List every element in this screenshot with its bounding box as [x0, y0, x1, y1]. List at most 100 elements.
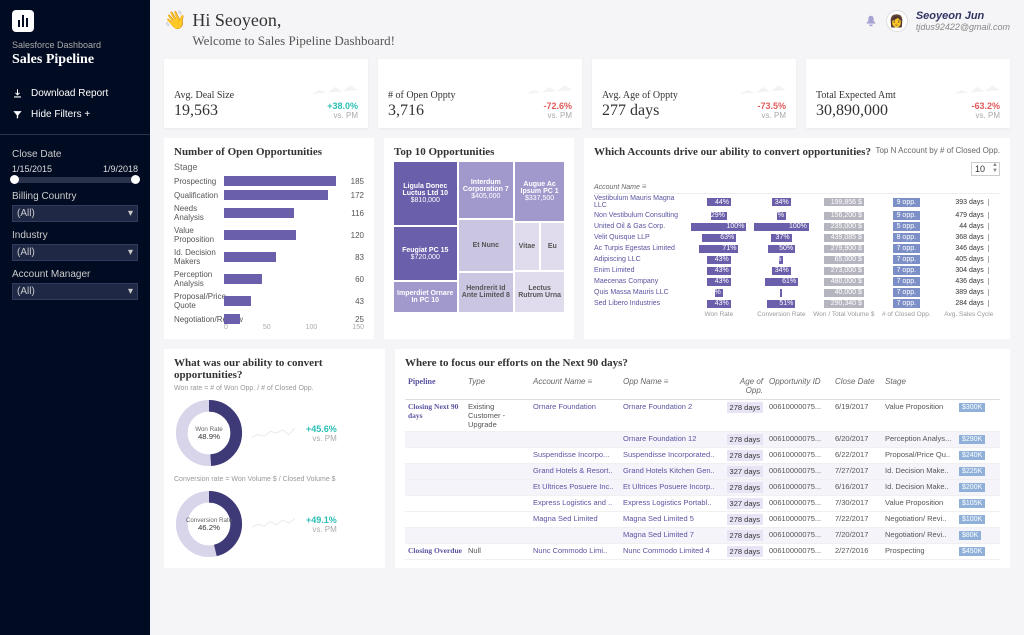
wave-icon: 👋: [164, 10, 186, 31]
account-manager-select[interactable]: (All)▾: [12, 283, 138, 300]
greeting-subtitle: Welcome to Sales Pipeline Dashboard!: [192, 33, 395, 49]
treemap-item[interactable]: Feugiat PC 15$720,000: [394, 227, 457, 280]
bar-label: Id. Decision Makers: [174, 248, 220, 266]
account-row[interactable]: Ac Turpis Egestas Limited71%50%279,900 $…: [594, 243, 1000, 254]
focus-row[interactable]: Et Ultrices Posuere Inc..Et Ultrices Pos…: [405, 480, 1000, 496]
treemap-item[interactable]: Et Nunc: [459, 220, 514, 271]
account-row[interactable]: Maecenas Company43%61%480,000 $7 opp.436…: [594, 276, 1000, 287]
account-name: Maecenas Company: [594, 278, 688, 285]
accounts-foot: Won RateConversion RateWon / Total Volum…: [594, 311, 1000, 318]
date-to: 1/9/2018: [103, 164, 138, 174]
top-n-label: Top N Account by # of Closed Opp.: [875, 146, 1000, 155]
kpi-label: Avg. Deal Size: [174, 90, 234, 101]
bar-row[interactable]: Perception Analysis60: [174, 270, 364, 288]
conv-sparkline: [252, 515, 298, 533]
bar-row[interactable]: Prospecting185: [174, 176, 364, 186]
kpi-value: 3,716: [388, 102, 456, 120]
focus-row[interactable]: Magna Sed Limited 7278 days00610000075..…: [405, 528, 1000, 544]
topbar: 👋 Hi Seoyeon, Welcome to Sales Pipeline …: [164, 10, 1010, 49]
treemap-item[interactable]: Eu: [541, 223, 564, 270]
win-sparkline: [252, 424, 298, 442]
focus-row[interactable]: Express Logistics and ..Express Logistic…: [405, 496, 1000, 512]
bar-row[interactable]: Proposal/Price Quote43: [174, 292, 364, 310]
bar-row[interactable]: Id. Decision Makers83: [174, 248, 364, 266]
bar-row[interactable]: Value Proposition120: [174, 226, 364, 244]
filter-icon: [12, 109, 23, 120]
win-note: Won rate = # of Won Opp. / # of Closed O…: [174, 385, 375, 392]
hide-filters-toggle[interactable]: Hide Filters +: [12, 109, 138, 120]
account-name: Vestibulum Mauris Magna LLC: [594, 195, 688, 209]
treemap-item[interactable]: Augue Ac Ipsum PC 1$337,500: [515, 162, 564, 221]
focus-row[interactable]: Closing OverdueNullNunc Commodo Limi..Nu…: [405, 544, 1000, 560]
sort-icon[interactable]: ≡: [642, 182, 647, 191]
breadcrumb: Salesforce Dashboard: [12, 40, 138, 50]
bar-value: 120: [351, 231, 364, 240]
bar-row[interactable]: Needs Analysis116: [174, 204, 364, 222]
focus-row[interactable]: Grand Hotels & Resort..Grand Hotels Kitc…: [405, 464, 1000, 480]
treemap-item[interactable]: Interdum Corporation 7$405,000: [459, 162, 514, 218]
filter-label-billing: Billing Country: [12, 191, 138, 202]
conversion-rate-section: Conversion Rate 46.2% +49.1%vs. PM: [174, 489, 375, 559]
account-name: Enim Limited: [594, 267, 688, 274]
chevron-down-icon: ▾: [128, 247, 133, 258]
treemap-item[interactable]: Vitae: [515, 223, 538, 270]
account-row[interactable]: Vestibulum Mauris Magna LLC44%34%199,856…: [594, 194, 1000, 210]
billing-country-select[interactable]: (All)▾: [12, 205, 138, 222]
focus-row[interactable]: Magna Sed LimitedMagna Sed Limited 5278 …: [405, 512, 1000, 528]
kpi-delta: +38.0%: [312, 101, 358, 111]
bar-label: Perception Analysis: [174, 270, 220, 288]
kpi-sparkline: [740, 81, 786, 99]
accounts-table: Account Name≡ Vestibulum Mauris Magna LL…: [594, 180, 1000, 318]
bar-row[interactable]: Qualification172: [174, 190, 364, 200]
slider-handle-left[interactable]: [10, 175, 19, 184]
treemap-item[interactable]: Lectus Rutrum Urna: [515, 272, 564, 312]
treemap-item[interactable]: Imperdiet Ornare In PC 10: [394, 282, 457, 312]
conversion-rate-donut: Conversion Rate 46.2%: [174, 489, 244, 559]
date-range-slider[interactable]: [12, 177, 138, 183]
account-row[interactable]: Sed Libero Industries43%51%290,340 $7 op…: [594, 298, 1000, 309]
convert-pane: What was our ability to convert opportun…: [164, 349, 385, 568]
bar-label: Qualification: [174, 191, 220, 200]
account-row[interactable]: Adipiscing LLC43%7%65,000 $7 opp.405 day…: [594, 254, 1000, 265]
slider-handle-right[interactable]: [131, 175, 140, 184]
bar-row[interactable]: Negotiation/Review25: [174, 314, 364, 324]
focus-row[interactable]: Closing Next 90 daysExisting Customer - …: [405, 400, 1000, 432]
bar-label: Needs Analysis: [174, 204, 220, 222]
account-row[interactable]: Non Vestibulum Consulting29%17%156,200 $…: [594, 210, 1000, 221]
kpi-delta: -72.6%: [526, 101, 572, 111]
account-row[interactable]: United Oil & Gas Corp.100%100%235,000 $5…: [594, 221, 1000, 232]
filter-label-closedate: Close Date: [12, 149, 138, 160]
account-row[interactable]: Velit Quisque LLP63%37%439,085 $8 opp.36…: [594, 232, 1000, 243]
win-delta: +45.6%: [306, 424, 337, 434]
sort-icon[interactable]: ≡: [587, 377, 592, 386]
filter-label-industry: Industry: [12, 230, 138, 241]
conv-note: Conversion rate = Won Volume $ / Closed …: [174, 476, 375, 483]
focus-row[interactable]: Ornare Foundation 12278 days00610000075.…: [405, 432, 1000, 448]
kpi-row: Avg. Deal Size19,563+38.0%vs. PM# of Ope…: [164, 59, 1010, 128]
bar-label: Proposal/Price Quote: [174, 292, 220, 310]
industry-select[interactable]: (All)▾: [12, 244, 138, 261]
sort-icon[interactable]: ≡: [664, 377, 669, 386]
account-row[interactable]: Quis Massa Mauris LLC14%0%40,000 $7 opp.…: [594, 287, 1000, 298]
treemap-item[interactable]: Hendrerit Id Ante Limited 8: [459, 273, 514, 312]
sidebar-divider: [0, 134, 150, 135]
focus-head: Pipeline Type Account Name≡ Opp Name≡ Ag…: [405, 373, 1000, 400]
treemap-item[interactable]: Ligula Donec Luctus Ltd 10$810,000: [394, 162, 457, 225]
account-row[interactable]: Enim Limited43%34%273,000 $7 opp.304 day…: [594, 265, 1000, 276]
focus-row[interactable]: Suspendisse Incorpo...Suspendisse Incorp…: [405, 448, 1000, 464]
accounts-head: Account Name≡: [594, 180, 1000, 194]
kpi-label: Avg. Age of Oppty: [602, 90, 678, 101]
win-rate-section: Won Rate 48.9% +45.6%vs. PM: [174, 398, 375, 468]
open-opp-pane: Number of Open Opportunities Stage Prosp…: [164, 138, 374, 339]
bell-icon[interactable]: [864, 14, 878, 28]
account-name: Non Vestibulum Consulting: [594, 212, 688, 219]
avatar[interactable]: 👩: [886, 10, 908, 32]
kpi-card: Avg. Age of Oppty277 days-73.5%vs. PM: [592, 59, 796, 128]
kpi-card: Total Expected Amt30,890,000-63.2%vs. PM: [806, 59, 1010, 128]
focus-pane: Where to focus our efforts on the Next 9…: [395, 349, 1010, 568]
top-n-control: Top N Account by # of Closed Opp.: [875, 146, 1000, 155]
bar-value: 185: [351, 177, 364, 186]
download-report-button[interactable]: Download Report: [12, 88, 138, 99]
top-n-stepper[interactable]: 10 ▲▼: [971, 162, 1000, 176]
bar-value: 25: [355, 315, 364, 324]
